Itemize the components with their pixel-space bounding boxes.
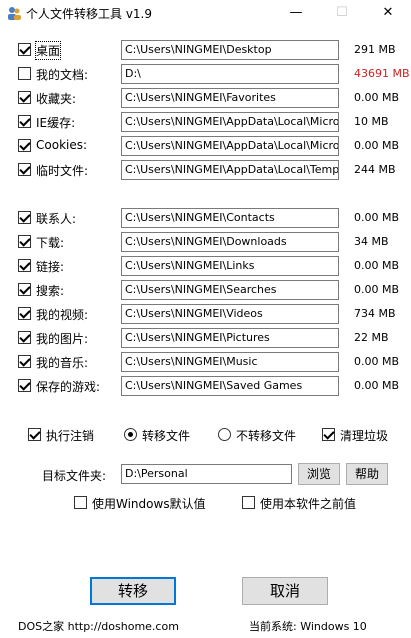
folder-label: 保存的游戏: bbox=[36, 380, 101, 394]
folder-label: 收藏夹: bbox=[36, 92, 77, 106]
windows-default-checkbox[interactable] bbox=[74, 496, 87, 509]
folder-size: 34 MB bbox=[354, 235, 389, 248]
folder-size: 0.00 MB bbox=[354, 379, 400, 392]
folder-path-input[interactable]: C:\Users\NINGMEI\AppData\Local\Microso bbox=[121, 136, 339, 156]
folder-row: Cookies: C:\Users\NINGMEI\AppData\Local\M… bbox=[0, 136, 411, 158]
folder-checkbox[interactable] bbox=[18, 331, 31, 344]
title-bar: 个人文件转移工具 v1.9 — ☐ ✕ bbox=[0, 0, 411, 26]
window-title: 个人文件转移工具 v1.9 bbox=[26, 7, 153, 21]
folder-size: 0.00 MB bbox=[354, 91, 400, 104]
folder-size: 0.00 MB bbox=[354, 259, 400, 272]
folder-checkbox[interactable] bbox=[18, 43, 31, 56]
folder-row: 我的文档: D:\ 43691 MB bbox=[0, 64, 411, 86]
move-files-radio[interactable] bbox=[124, 428, 137, 441]
folder-path-input[interactable]: C:\Users\NINGMEI\Links bbox=[121, 256, 339, 276]
folder-size: 22 MB bbox=[354, 331, 389, 344]
folder-checkbox[interactable] bbox=[18, 211, 31, 224]
app-icon bbox=[8, 7, 21, 20]
folder-label: 我的文档: bbox=[36, 68, 89, 82]
folder-label: 搜索: bbox=[36, 284, 65, 298]
folder-size: 0.00 MB bbox=[354, 139, 400, 152]
folder-path-input[interactable]: C:\Users\NINGMEI\Searches bbox=[121, 280, 339, 300]
folder-size: 0.00 MB bbox=[354, 355, 400, 368]
folder-label: 桌面 bbox=[34, 41, 62, 60]
folder-label: 临时文件: bbox=[36, 164, 89, 178]
folder-label: IE缓存: bbox=[36, 116, 76, 130]
folder-row: 下载: C:\Users\NINGMEI\Downloads 34 MB bbox=[0, 232, 411, 254]
folder-checkbox[interactable] bbox=[18, 259, 31, 272]
windows-default-label: 使用Windows默认值 bbox=[92, 497, 206, 511]
folder-checkbox[interactable] bbox=[18, 379, 31, 392]
folder-checkbox[interactable] bbox=[18, 355, 31, 368]
folder-label: 下载: bbox=[36, 236, 65, 250]
target-folder-input[interactable]: D:\Personal bbox=[121, 464, 292, 484]
folder-size: 43691 MB bbox=[354, 67, 410, 80]
folder-size: 244 MB bbox=[354, 163, 396, 176]
folder-label: 联系人: bbox=[36, 212, 77, 226]
folder-row: IE缓存: C:\Users\NINGMEI\AppData\Local\Micr… bbox=[0, 112, 411, 134]
previous-values-label: 使用本软件之前值 bbox=[260, 497, 357, 511]
browse-button[interactable]: 浏览 bbox=[298, 463, 340, 485]
folder-checkbox[interactable] bbox=[18, 283, 31, 296]
folder-checkbox[interactable] bbox=[18, 115, 31, 128]
move-files-label: 转移文件 bbox=[142, 429, 191, 443]
folder-size: 0.00 MB bbox=[354, 211, 400, 224]
folder-path-input[interactable]: C:\Users\NINGMEI\AppData\Local\Temp bbox=[121, 160, 339, 180]
target-folder-label: 目标文件夹: bbox=[42, 469, 107, 483]
previous-values-checkbox[interactable] bbox=[242, 496, 255, 509]
folder-path-input[interactable]: C:\Users\NINGMEI\Favorites bbox=[121, 88, 339, 108]
folder-path-input[interactable]: C:\Users\NINGMEI\Downloads bbox=[121, 232, 339, 252]
folder-path-input[interactable]: C:\Users\NINGMEI\Music bbox=[121, 352, 339, 372]
folder-checkbox[interactable] bbox=[18, 307, 31, 320]
folder-row: 保存的游戏: C:\Users\NINGMEI\Saved Games 0.00 M… bbox=[0, 376, 411, 398]
folder-label: 我的视频: bbox=[36, 308, 89, 322]
folder-label: 链接: bbox=[36, 260, 65, 274]
cancel-button[interactable]: 取消 bbox=[242, 577, 328, 605]
folder-checkbox[interactable] bbox=[18, 235, 31, 248]
folder-path-input[interactable]: C:\Users\NINGMEI\AppData\Local\Microso bbox=[121, 112, 339, 132]
footer-system: 当前系统: Windows 10 bbox=[249, 620, 367, 633]
footer-site: DOS之家 http://doshome.com bbox=[18, 620, 179, 633]
folder-size: 734 MB bbox=[354, 307, 396, 320]
folder-path-input[interactable]: D:\ bbox=[121, 64, 339, 84]
folder-row: 我的视频: C:\Users\NINGMEI\Videos 734 MB bbox=[0, 304, 411, 326]
folder-size: 291 MB bbox=[354, 43, 396, 56]
no-move-radio[interactable] bbox=[218, 428, 231, 441]
folder-row: 临时文件: C:\Users\NINGMEI\AppData\Local\Temp… bbox=[0, 160, 411, 182]
folder-checkbox[interactable] bbox=[18, 67, 31, 80]
maximize-button: ☐ bbox=[336, 5, 348, 20]
folder-label: 我的图片: bbox=[36, 332, 89, 346]
move-button[interactable]: 转移 bbox=[90, 577, 176, 605]
folder-checkbox[interactable] bbox=[18, 139, 31, 152]
folder-path-input[interactable]: C:\Users\NINGMEI\Pictures bbox=[121, 328, 339, 348]
folder-size: 0.00 MB bbox=[354, 283, 400, 296]
folder-row: 我的音乐: C:\Users\NINGMEI\Music 0.00 MB bbox=[0, 352, 411, 374]
logoff-checkbox[interactable] bbox=[28, 428, 41, 441]
folder-row: 联系人: C:\Users\NINGMEI\Contacts 0.00 MB bbox=[0, 208, 411, 230]
cleanup-checkbox[interactable] bbox=[322, 428, 335, 441]
folder-path-input[interactable]: C:\Users\NINGMEI\Saved Games bbox=[121, 376, 339, 396]
folder-row: 桌面 C:\Users\NINGMEI\Desktop 291 MB bbox=[0, 40, 411, 62]
folder-row: 收藏夹: C:\Users\NINGMEI\Favorites 0.00 MB bbox=[0, 88, 411, 110]
minimize-button[interactable]: — bbox=[273, 0, 319, 26]
folder-path-input[interactable]: C:\Users\NINGMEI\Videos bbox=[121, 304, 339, 324]
folder-row: 搜索: C:\Users\NINGMEI\Searches 0.00 MB bbox=[0, 280, 411, 302]
no-move-label: 不转移文件 bbox=[236, 429, 297, 443]
folder-label: 我的音乐: bbox=[36, 356, 89, 370]
folder-label: Cookies: bbox=[36, 138, 88, 152]
folder-path-input[interactable]: C:\Users\NINGMEI\Desktop bbox=[121, 40, 339, 60]
folder-row: 我的图片: C:\Users\NINGMEI\Pictures 22 MB bbox=[0, 328, 411, 350]
cleanup-label: 清理垃圾 bbox=[340, 429, 389, 443]
folder-checkbox[interactable] bbox=[18, 91, 31, 104]
folder-size: 10 MB bbox=[354, 115, 389, 128]
folder-row: 链接: C:\Users\NINGMEI\Links 0.00 MB bbox=[0, 256, 411, 278]
logoff-label: 执行注销 bbox=[46, 429, 95, 443]
close-button[interactable]: ✕ bbox=[365, 0, 411, 26]
folder-checkbox[interactable] bbox=[18, 163, 31, 176]
help-button[interactable]: 帮助 bbox=[346, 463, 388, 485]
folder-path-input[interactable]: C:\Users\NINGMEI\Contacts bbox=[121, 208, 339, 228]
